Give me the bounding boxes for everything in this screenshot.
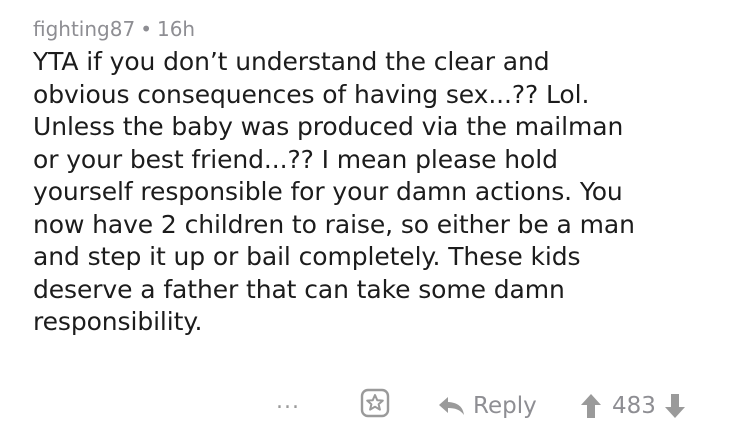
upvote-arrow-icon[interactable] (580, 393, 602, 419)
downvote-arrow-icon[interactable] (664, 393, 686, 419)
comment-meta: fighting87 • 16h (33, 14, 733, 44)
comment-line: obvious consequences of having sex...?? … (33, 79, 590, 109)
comment-line: yourself responsible for your damn actio… (33, 177, 623, 206)
author-username[interactable]: fighting87 (33, 17, 135, 41)
more-dots-icon[interactable]: ... (276, 391, 300, 413)
comment-line: deserve a father that can take some damn (33, 274, 565, 304)
award-icon[interactable] (360, 388, 390, 418)
reply-label: Reply (473, 393, 537, 419)
reply-arrow-icon (439, 397, 464, 415)
comment: fighting87 • 16h YTA if you don’t understa… (33, 14, 733, 339)
vote-controls: 483 (580, 384, 686, 428)
comment-line: and step it up or bail completely. These… (33, 242, 581, 271)
comment-line: now have 2 children to raise, so either … (33, 209, 635, 239)
comment-age: 16h (156, 17, 196, 41)
score-count: 483 (612, 393, 656, 419)
meta-separator: • (140, 17, 152, 41)
comment-line: or your best friend...?? I mean please h… (33, 144, 558, 174)
comment-actions: ... Reply 483 (0, 384, 750, 428)
comment-line: YTA if you don’t understand the clear an… (33, 47, 550, 76)
reply-button[interactable]: Reply (437, 384, 537, 428)
comment-line: Unless the baby was produced via the mai… (33, 112, 624, 141)
comment-line: responsibility. (33, 307, 203, 336)
comment-body: YTA if you don’t understand the clear an… (33, 46, 713, 339)
